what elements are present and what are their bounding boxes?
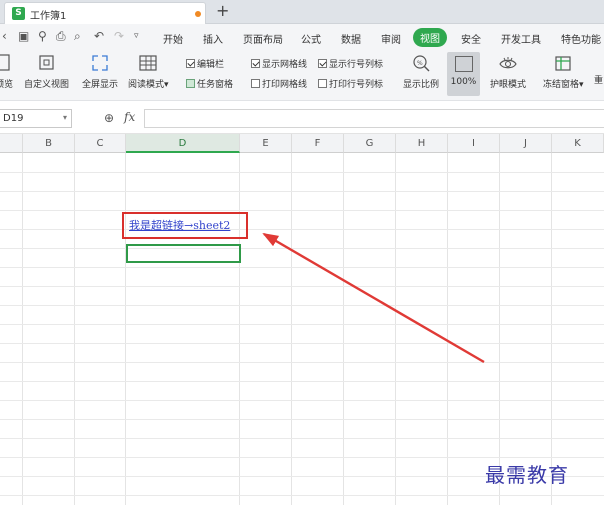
- menu-arrow-icon[interactable]: ‹: [2, 29, 7, 43]
- title-tabbar: S 工作簿1 +: [0, 0, 604, 24]
- task-pane-checkbox[interactable]: 任务窗格: [186, 77, 233, 90]
- zoom-100-button[interactable]: 100%: [447, 52, 480, 96]
- name-box-dropdown-icon[interactable]: ▾: [63, 113, 67, 122]
- workbook-tab-title: 工作簿1: [30, 11, 67, 22]
- undo-icon[interactable]: ↶: [94, 29, 104, 43]
- menu-view[interactable]: 视图: [413, 28, 447, 47]
- menu-data[interactable]: 数据: [341, 31, 361, 46]
- zoom-100-label: 100%: [450, 77, 477, 87]
- unsaved-dot-icon: [195, 11, 201, 17]
- fullscreen-label: 全屏显示: [82, 80, 119, 90]
- watermark-text: 最需教育: [485, 463, 569, 487]
- fx-icon[interactable]: fx: [124, 110, 135, 124]
- grid-reading-icon: [139, 55, 157, 71]
- save-icon[interactable]: ▣: [18, 29, 29, 43]
- print-headers-checkbox[interactable]: 打印行号列标: [318, 77, 383, 90]
- edit-bar-checkbox[interactable]: 编辑栏: [186, 57, 224, 70]
- menu-start[interactable]: 开始: [163, 31, 183, 46]
- menu-formula[interactable]: 公式: [301, 31, 321, 46]
- print-grid-checkbox[interactable]: 打印网格线: [251, 77, 307, 90]
- pin-icon[interactable]: ⚲: [38, 29, 47, 43]
- redo-icon[interactable]: ↷: [114, 29, 124, 43]
- custom-view-label: 自定义视图: [24, 80, 70, 90]
- custom-view-icon: [38, 55, 54, 70]
- fullscreen-button[interactable]: 全屏显示: [82, 53, 118, 90]
- menu-review[interactable]: 审阅: [381, 31, 401, 46]
- reading-mode-label: 阅读模式▾: [128, 80, 169, 90]
- formula-input[interactable]: [144, 109, 604, 128]
- more-ribbon-button[interactable]: 重: [594, 73, 603, 86]
- workbook-tab[interactable]: S 工作簿1: [4, 2, 206, 24]
- show-grid-checkbox[interactable]: 显示网格线: [251, 57, 307, 70]
- zoom-ratio-button[interactable]: % 显示比例: [403, 53, 439, 90]
- print-preview-icon[interactable]: ⌕: [74, 29, 81, 43]
- new-tab-plus-icon[interactable]: +: [216, 1, 229, 21]
- custom-view-button[interactable]: 自定义视图: [24, 53, 69, 90]
- name-box-value: D19: [3, 113, 24, 124]
- zoom-ratio-label: 显示比例: [403, 80, 440, 90]
- zoom-ratio-icon: %: [413, 55, 430, 72]
- menu-page-layout[interactable]: 页面布局: [243, 31, 283, 46]
- annotation-arrow: [262, 232, 485, 364]
- reading-mode-button[interactable]: 阅读模式▾: [128, 53, 169, 90]
- eye-mode-label: 护眼模式: [490, 80, 527, 90]
- eye-icon: [499, 57, 517, 69]
- menu-bar: ‹ ▣ ⚲ ⎙ ⌕ ↶ ↷ ▿ 开始 插入 页面布局 公式 数据 审阅 视图 安…: [0, 24, 604, 49]
- zoom-100-icon: [454, 56, 473, 72]
- menu-security[interactable]: 安全: [461, 31, 481, 46]
- freeze-panes-label: 冻结窗格▾: [543, 80, 584, 90]
- fullscreen-icon: [92, 55, 108, 71]
- svg-text:%: %: [417, 60, 423, 67]
- print-icon[interactable]: ⎙: [56, 29, 66, 43]
- wps-logo-icon: S: [12, 7, 25, 20]
- formula-bar: D19 ▾ ⊕ fx: [0, 101, 604, 134]
- menu-developer[interactable]: 开发工具: [501, 31, 541, 46]
- freeze-panes-icon: [555, 56, 571, 71]
- preview-label: 预览: [0, 80, 13, 90]
- view-ribbon: 预览 自定义视图 全屏显示 阅读模式▾ 编辑栏 任务窗格 显示网格线 打印网格线…: [0, 49, 604, 101]
- preview-icon: [0, 54, 10, 71]
- menu-features[interactable]: 特色功能: [561, 31, 601, 46]
- customize-dropdown-icon[interactable]: ▿: [134, 29, 139, 43]
- freeze-panes-button[interactable]: 冻结窗格▾: [543, 53, 584, 90]
- eye-mode-button[interactable]: 护眼模式: [490, 53, 526, 90]
- find-zoom-icon[interactable]: ⊕: [104, 111, 114, 125]
- preview-button[interactable]: 预览: [0, 53, 14, 90]
- spreadsheet-grid[interactable]: B C D E F G H I J K 我是超链接→sheet2 最需教育: [0, 134, 604, 505]
- more-ribbon-label: 重: [594, 76, 604, 86]
- menu-insert[interactable]: 插入: [203, 31, 223, 46]
- name-box[interactable]: D19 ▾: [0, 109, 72, 128]
- show-headers-checkbox[interactable]: 显示行号列标: [318, 57, 383, 70]
